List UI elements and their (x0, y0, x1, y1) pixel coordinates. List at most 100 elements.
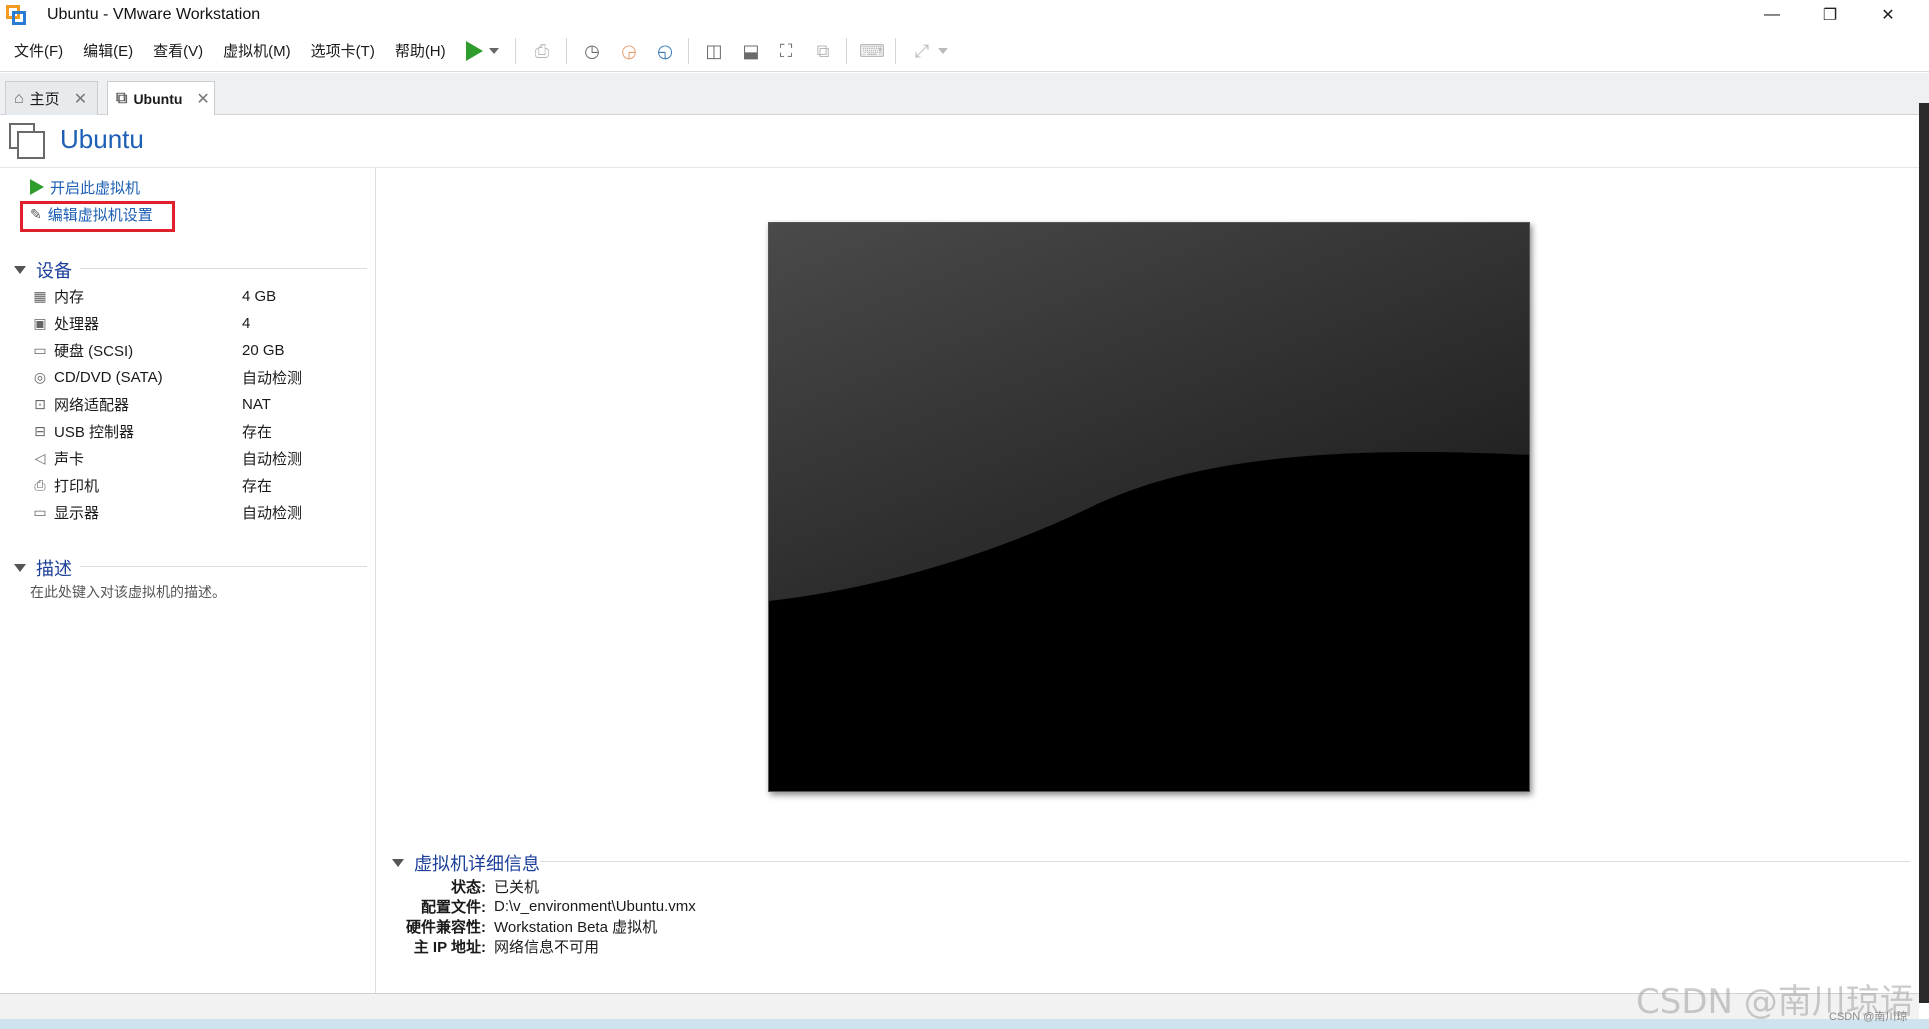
tab-label: Ubuntu (133, 91, 183, 107)
window-title: Ubuntu - VMware Workstation (47, 6, 261, 23)
device-row-cd-dvd[interactable]: ◎ CD/DVD (SATA) 自动检测 (30, 366, 360, 388)
close-icon[interactable]: ✕ (196, 89, 209, 109)
unity-icon: ⧉ (816, 40, 830, 61)
vm-title: Ubuntu (60, 124, 144, 154)
hard-disk-icon: ▭ (33, 341, 47, 358)
device-row-usb[interactable]: ⊟ USB 控制器 存在 (30, 420, 360, 442)
device-row-network[interactable]: ⊡ 网络适配器 NAT (30, 393, 360, 415)
full-screen-icon: ⛶ (779, 40, 793, 61)
status-bar (0, 993, 1919, 1019)
devices-section-header[interactable]: 设备 (14, 257, 72, 283)
home-icon: ⌂ (14, 89, 24, 107)
revert-snapshot-icon: ◶ (621, 40, 637, 61)
minimize-button[interactable]: — (1743, 0, 1801, 30)
edit-vm-settings-label: 编辑虚拟机设置 (47, 206, 153, 224)
tab-label: 主页 (29, 91, 60, 108)
snapshot-manager-icon: ◵ (657, 40, 673, 61)
section-divider (540, 861, 1910, 862)
menu-view[interactable]: 查看(V) (153, 40, 203, 61)
menu-help[interactable]: 帮助(H) (395, 40, 446, 61)
toolbar-separator (895, 38, 896, 64)
right-edge-bar (1919, 73, 1929, 1003)
vm-preview-screen[interactable] (768, 222, 1530, 792)
devices-heading: 设备 (36, 261, 72, 281)
section-divider (80, 268, 367, 269)
stretch-dropdown-button[interactable] (936, 38, 950, 64)
snapshot-icon: ◷ (584, 40, 600, 61)
toolbar-separator (846, 38, 847, 64)
dropdown-icon (489, 48, 499, 54)
section-divider (80, 566, 367, 567)
description-field[interactable]: 在此处键入对该虚拟机的描述。 (30, 582, 226, 602)
edit-vm-settings-link[interactable]: ✎ 编辑虚拟机设置 (30, 203, 153, 225)
power-on-button[interactable] (460, 38, 488, 64)
restore-icon: ❐ (1822, 7, 1838, 24)
minimize-icon: — (1764, 6, 1780, 23)
detail-row-state: 状态: 已关机 (451, 878, 540, 896)
revert-snapshot-button[interactable]: ◶ (615, 38, 643, 64)
memory-icon: ▦ (33, 287, 47, 304)
close-window-button[interactable]: ✕ (1859, 0, 1917, 30)
vm-preview-graphic (769, 223, 1529, 791)
stretch-button[interactable]: ⤢ (908, 38, 936, 64)
description-heading: 描述 (36, 559, 72, 579)
tab-ubuntu[interactable]: ⧉ Ubuntu ✕ (107, 81, 215, 116)
snapshot-button[interactable]: ◷ (578, 38, 606, 64)
thumbnail-view-button[interactable]: ⬓ (737, 38, 765, 64)
cpu-icon: ▣ (33, 314, 47, 331)
close-icon[interactable]: ✕ (74, 89, 87, 109)
send-keys-button[interactable]: ⎙ (528, 38, 556, 64)
device-row-printer[interactable]: ⎙ 打印机 存在 (30, 474, 360, 496)
vm-icon (9, 123, 45, 159)
toolbar-separator (515, 38, 516, 64)
snapshot-manager-button[interactable]: ◵ (651, 38, 679, 64)
vm-header: Ubuntu (0, 115, 1919, 168)
close-icon: ✕ (1881, 7, 1895, 24)
speaker-icon: ◁ (34, 449, 46, 466)
power-dropdown-button[interactable] (486, 38, 502, 64)
detail-row-ip-address: 主 IP 地址: 网络信息不可用 (413, 938, 600, 956)
device-row-memory[interactable]: ▦ 内存 4 GB (30, 285, 360, 307)
dropdown-icon (938, 48, 948, 54)
edit-settings-icon: ✎ (30, 205, 42, 222)
vmware-logo-icon (6, 5, 26, 25)
menu-bar: 文件(F) 编辑(E) 查看(V) 虚拟机(M) 选项卡(T) 帮助(H) (0, 30, 1929, 72)
device-row-hard-disk[interactable]: ▭ 硬盘 (SCSI) 20 GB (30, 339, 360, 361)
cd-icon: ◎ (33, 368, 47, 385)
console-button[interactable]: ⌨ (858, 38, 886, 64)
menu-file[interactable]: 文件(F) (14, 40, 63, 61)
menu-edit[interactable]: 编辑(E) (83, 40, 133, 61)
vm-icon: ⧉ (116, 90, 128, 107)
detail-row-hardware-compat: 硬件兼容性: Workstation Beta 虚拟机 (406, 918, 658, 936)
unity-button[interactable]: ⧉ (809, 38, 837, 64)
tab-home[interactable]: ⌂ 主页 ✕ (5, 81, 98, 115)
power-on-vm-link[interactable]: 开启此虚拟机 (30, 176, 140, 198)
right-edge-bar-top (1919, 73, 1929, 103)
detail-row-config-file: 配置文件: D:\v_environment\Ubuntu.vmx (421, 897, 696, 916)
vm-details-heading: 虚拟机详细信息 (414, 854, 540, 874)
power-on-icon (465, 41, 483, 61)
collapse-caret-icon (14, 266, 26, 274)
device-row-display[interactable]: ▭ 显示器 自动检测 (30, 501, 360, 523)
device-row-sound[interactable]: ◁ 声卡 自动检测 (30, 447, 360, 469)
vm-details-section-header[interactable]: 虚拟机详细信息 (392, 850, 540, 876)
collapse-caret-icon (392, 859, 404, 867)
library-view-button[interactable]: ◫ (700, 38, 728, 64)
device-row-cpu[interactable]: ▣ 处理器 4 (30, 312, 360, 334)
play-icon (30, 179, 44, 195)
toolbar-separator (688, 38, 689, 64)
description-section-header[interactable]: 描述 (14, 555, 72, 581)
title-bar: Ubuntu - VMware Workstation — ❐ ✕ (0, 0, 1929, 30)
power-on-vm-label: 开启此虚拟机 (50, 179, 141, 197)
restore-button[interactable]: ❐ (1801, 0, 1859, 30)
library-view-icon: ◫ (705, 40, 723, 61)
watermark-small: CSDN @南川琼 (1829, 1011, 1908, 1023)
menu-tabs[interactable]: 选项卡(T) (311, 40, 375, 61)
full-screen-button[interactable]: ⛶ (772, 38, 800, 64)
usb-icon: ⊟ (34, 422, 46, 439)
toolbar-separator (566, 38, 567, 64)
collapse-caret-icon (14, 564, 26, 572)
menu-vm[interactable]: 虚拟机(M) (223, 40, 291, 61)
console-icon: ⌨ (859, 40, 885, 61)
stretch-icon: ⤢ (914, 40, 930, 61)
